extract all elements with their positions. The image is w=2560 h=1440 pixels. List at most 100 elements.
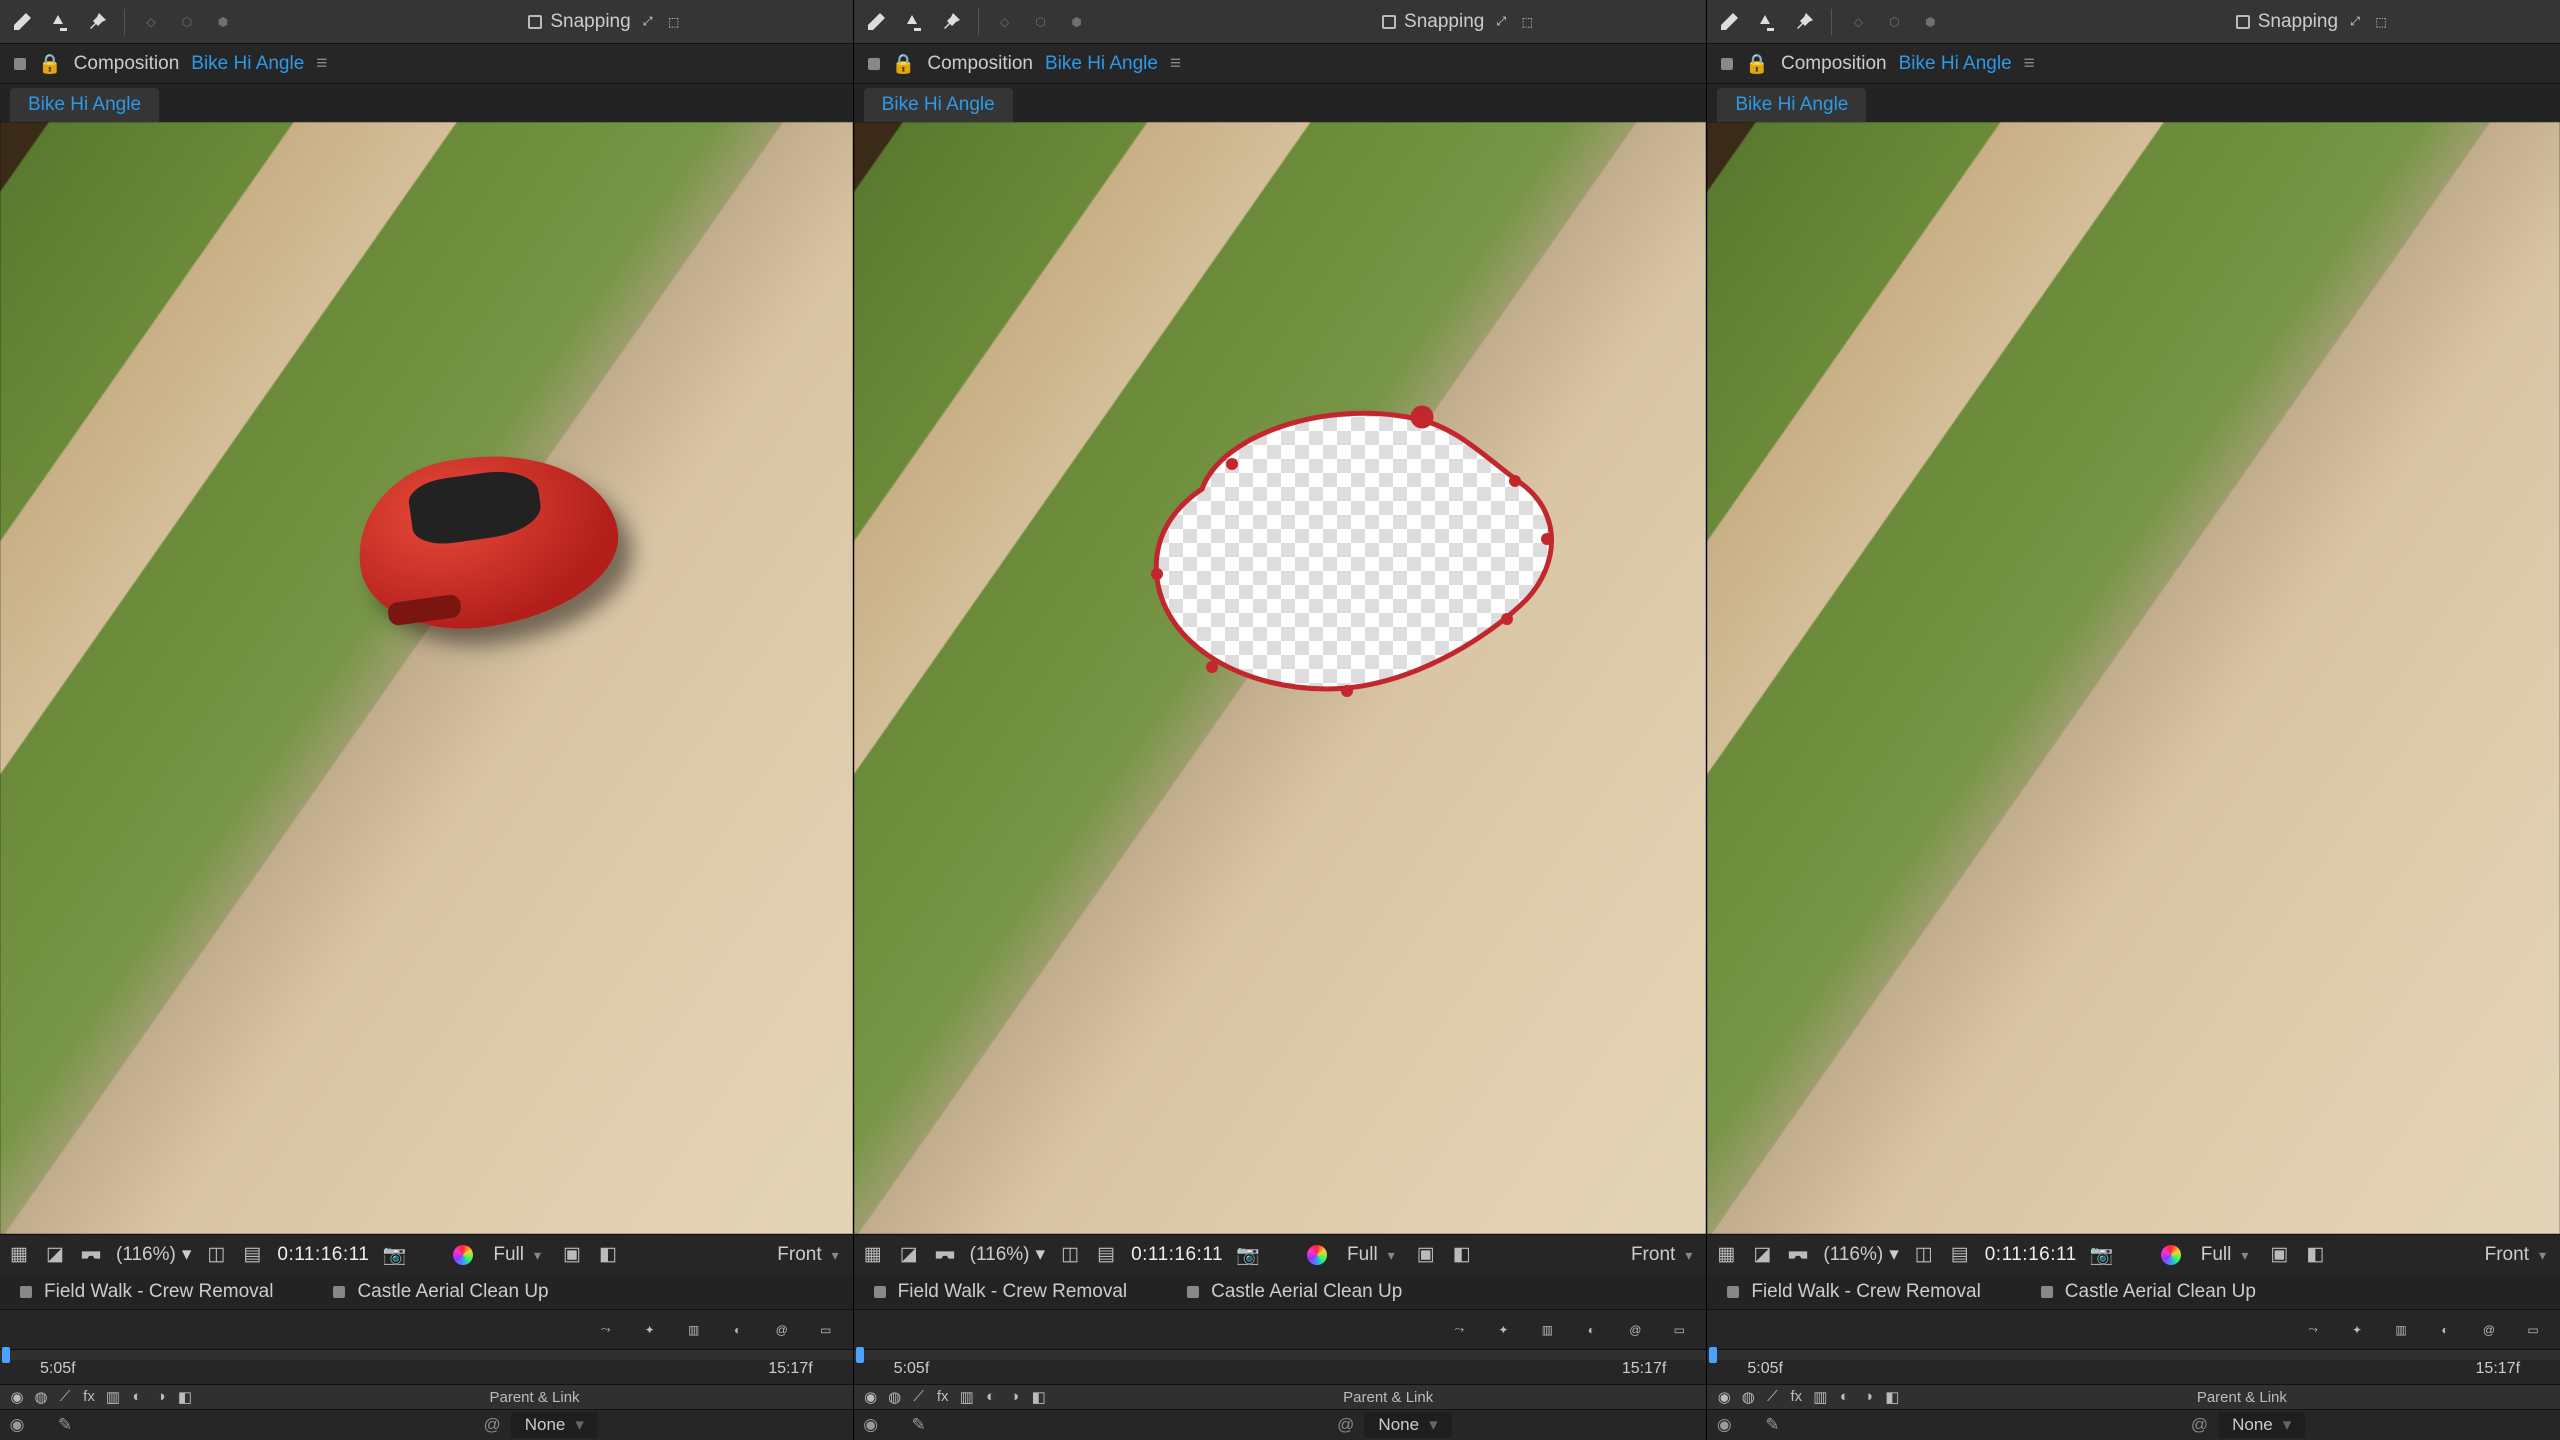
grid-icon[interactable]: ▦ [1715, 1244, 1737, 1266]
brainstorm-icon[interactable]: @ [2476, 1317, 2502, 1343]
layer-edit-icon[interactable]: ✎ [1763, 1415, 1781, 1435]
roi-icon[interactable]: ◫ [205, 1244, 227, 1266]
shy-icon[interactable]: ✦ [637, 1317, 663, 1343]
3d-switch-icon[interactable]: ◧ [1030, 1388, 1048, 1406]
zoom-dropdown[interactable]: (116%) ▾ [1823, 1243, 1898, 1266]
shy-icon[interactable]: ✦ [2344, 1317, 2370, 1343]
composition-tab[interactable]: Bike Hi Angle [10, 88, 159, 122]
render-queue-icon[interactable]: ▭ [813, 1317, 839, 1343]
motion-blur-icon[interactable]: ◐ [1578, 1317, 1604, 1343]
playhead[interactable] [2, 1347, 10, 1363]
toggle-mask-icon[interactable]: ◪ [44, 1244, 66, 1266]
panel-menu-icon[interactable]: ≡ [1170, 53, 1181, 75]
3d-switch-icon[interactable]: ◧ [1883, 1388, 1901, 1406]
view-layout-icon[interactable]: ◧ [597, 1244, 619, 1266]
view-layout-icon[interactable]: ◧ [1451, 1244, 1473, 1266]
graph-editor-icon[interactable]: ⤳ [1446, 1317, 1472, 1343]
motion-blur-switch-icon[interactable]: ◐ [982, 1388, 1000, 1406]
lock-icon[interactable]: 🔒 [38, 52, 62, 76]
composition-tab[interactable]: Bike Hi Angle [1717, 88, 1866, 122]
lock-icon[interactable]: 🔒 [1745, 52, 1769, 76]
shy-switch-icon[interactable]: ⟋ [910, 1388, 928, 1406]
graph-editor-icon[interactable]: ⤳ [593, 1317, 619, 1343]
layer-edit-icon[interactable]: ✎ [910, 1415, 928, 1435]
timeline-tab-2[interactable]: Castle Aerial Clean Up [2041, 1281, 2256, 1303]
clone-stamp-icon[interactable] [48, 10, 72, 34]
eraser-icon[interactable] [864, 10, 888, 34]
transparency-grid-icon[interactable]: ▤ [1095, 1244, 1117, 1266]
shy-switch-icon[interactable]: ⟋ [56, 1388, 74, 1406]
viewer[interactable] [0, 122, 853, 1234]
pickwhip-icon[interactable]: @ [2191, 1415, 2208, 1435]
timeline-tab-1[interactable]: Field Walk - Crew Removal [20, 1281, 273, 1303]
composition-name[interactable]: Bike Hi Angle [1899, 53, 2012, 75]
snap-bounds-icon[interactable]: ⬚ [665, 10, 683, 34]
frame-blend-switch-icon[interactable]: ▥ [1811, 1388, 1829, 1406]
timeline-ruler[interactable] [0, 1350, 853, 1360]
roi-icon[interactable]: ◫ [1913, 1244, 1935, 1266]
render-queue-icon[interactable]: ▭ [2520, 1317, 2546, 1343]
frame-blend-icon[interactable]: ▥ [1534, 1317, 1560, 1343]
snap-magnet-icon[interactable]: ⤢ [639, 10, 657, 34]
pin-icon[interactable] [940, 10, 964, 34]
pin-icon[interactable] [1793, 10, 1817, 34]
parent-dropdown[interactable]: None ▾ [511, 1412, 598, 1438]
pin-icon[interactable] [86, 10, 110, 34]
checkbox-empty-icon[interactable] [528, 15, 542, 29]
snap-bounds-icon[interactable]: ⬚ [2372, 10, 2390, 34]
parent-dropdown[interactable]: None ▾ [1364, 1412, 1451, 1438]
view-dropdown[interactable]: Front [2479, 1244, 2552, 1266]
current-time[interactable]: 0:11:16:11 [277, 1244, 369, 1266]
adjustment-switch-icon[interactable]: ◑ [1859, 1388, 1877, 1406]
av-switch-icon[interactable]: ◉ [862, 1388, 880, 1406]
brainstorm-icon[interactable]: @ [1622, 1317, 1648, 1343]
timeline-tab-1[interactable]: Field Walk - Crew Removal [1727, 1281, 1980, 1303]
view-layout-icon[interactable]: ◧ [2304, 1244, 2326, 1266]
composition-name[interactable]: Bike Hi Angle [191, 53, 304, 75]
snapping-toggle[interactable]: Snapping ⤢ ⬚ [1382, 10, 1536, 34]
snapshot-icon[interactable]: 📷 [383, 1244, 405, 1266]
3d-switch-icon[interactable]: ◧ [176, 1388, 194, 1406]
clone-stamp-icon[interactable] [902, 10, 926, 34]
snapshot-icon[interactable]: 📷 [1237, 1244, 1259, 1266]
grid-icon[interactable]: ▦ [862, 1244, 884, 1266]
eraser-icon[interactable] [1717, 10, 1741, 34]
timeline-ruler[interactable] [854, 1350, 1707, 1360]
snap-magnet-icon[interactable]: ⤢ [1492, 10, 1510, 34]
adjustment-switch-icon[interactable]: ◑ [1006, 1388, 1024, 1406]
zoom-dropdown[interactable]: (116%) ▾ [970, 1243, 1045, 1266]
panel-menu-icon[interactable]: ≡ [2024, 53, 2035, 75]
viewer[interactable] [854, 122, 1707, 1234]
snap-magnet-icon[interactable]: ⤢ [2346, 10, 2364, 34]
panel-menu-icon[interactable]: ≡ [316, 53, 327, 75]
layer-av-icon[interactable]: ◉ [8, 1415, 26, 1435]
fast-previews-icon[interactable]: ▣ [561, 1244, 583, 1266]
transparency-grid-icon[interactable]: ▤ [241, 1244, 263, 1266]
fast-previews-icon[interactable]: ▣ [1415, 1244, 1437, 1266]
playhead[interactable] [1709, 1347, 1717, 1363]
motion-blur-icon[interactable]: ◐ [725, 1317, 751, 1343]
toggle-mask-icon[interactable]: ◪ [1751, 1244, 1773, 1266]
frame-blend-icon[interactable]: ▥ [2388, 1317, 2414, 1343]
adjustment-switch-icon[interactable]: ◑ [152, 1388, 170, 1406]
clone-stamp-icon[interactable] [1755, 10, 1779, 34]
mask-path[interactable] [1127, 389, 1557, 709]
current-time[interactable]: 0:11:16:11 [1131, 1244, 1223, 1266]
frame-blend-switch-icon[interactable]: ▥ [104, 1388, 122, 1406]
brainstorm-icon[interactable]: @ [769, 1317, 795, 1343]
snapping-toggle[interactable]: Snapping ⤢ ⬚ [2236, 10, 2390, 34]
pickwhip-icon[interactable]: @ [483, 1415, 500, 1435]
timeline-tab-1[interactable]: Field Walk - Crew Removal [874, 1281, 1127, 1303]
fast-previews-icon[interactable]: ▣ [2268, 1244, 2290, 1266]
render-queue-icon[interactable]: ▭ [1666, 1317, 1692, 1343]
solo-switch-icon[interactable]: ◍ [32, 1388, 50, 1406]
solo-switch-icon[interactable]: ◍ [1739, 1388, 1757, 1406]
frame-blend-icon[interactable]: ▥ [681, 1317, 707, 1343]
color-management-icon[interactable] [1307, 1245, 1327, 1265]
color-management-icon[interactable] [2161, 1245, 2181, 1265]
grid-icon[interactable]: ▦ [8, 1244, 30, 1266]
goggles-icon[interactable] [1787, 1244, 1809, 1266]
motion-blur-switch-icon[interactable]: ◐ [128, 1388, 146, 1406]
timeline-tab-2[interactable]: Castle Aerial Clean Up [333, 1281, 548, 1303]
motion-blur-switch-icon[interactable]: ◐ [1835, 1388, 1853, 1406]
